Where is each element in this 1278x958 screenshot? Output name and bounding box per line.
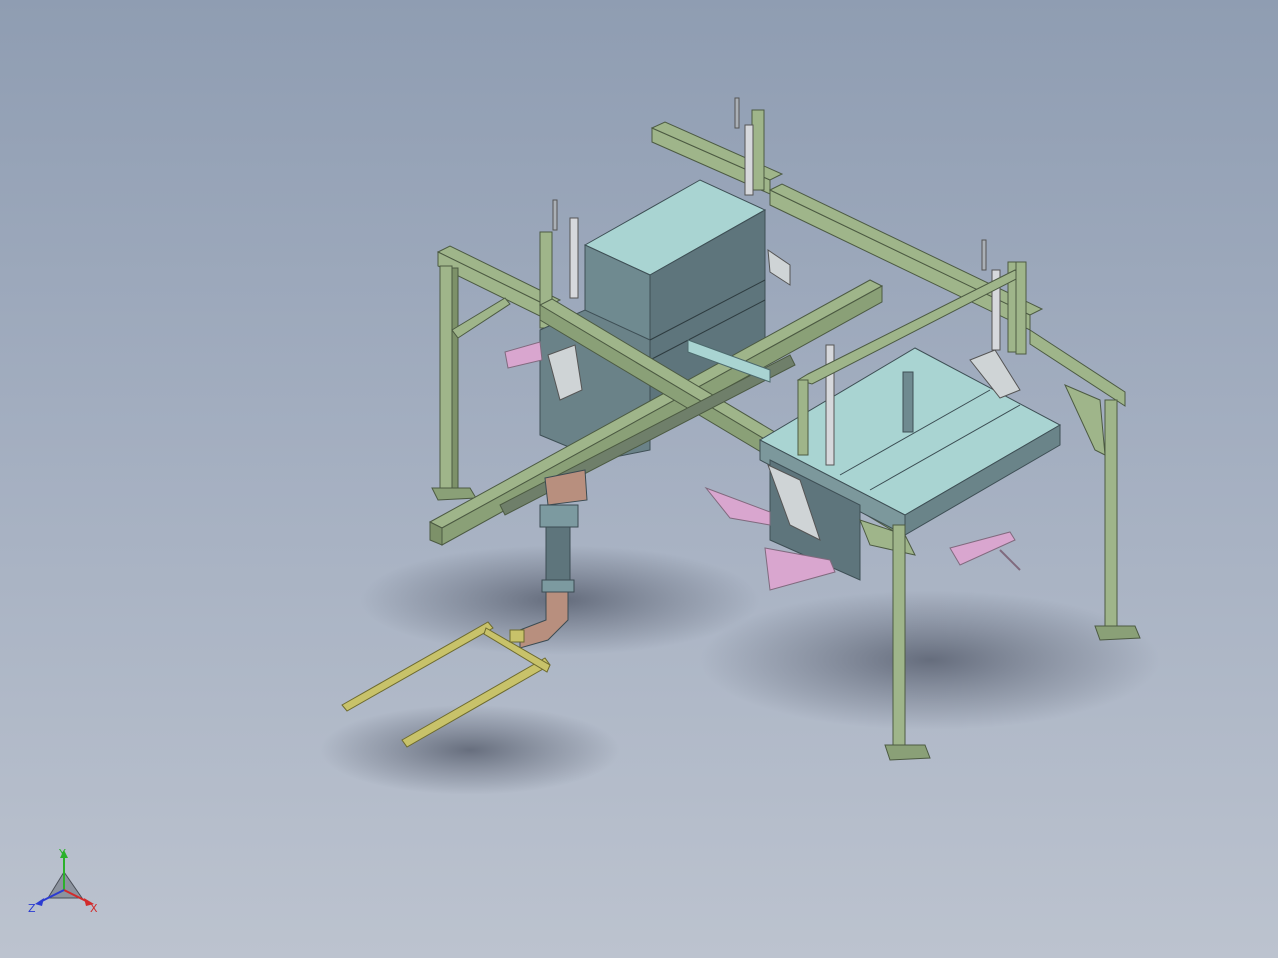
orientation-triad[interactable]: Y X Z <box>26 846 106 920</box>
z-axis-label: Z <box>28 902 36 915</box>
cad-viewport[interactable] <box>0 0 1278 958</box>
z-axis-arrow-icon <box>35 898 44 906</box>
x-axis-label: X <box>90 902 98 915</box>
y-axis-label: Y <box>58 847 66 860</box>
ground-shadow <box>320 545 1160 795</box>
